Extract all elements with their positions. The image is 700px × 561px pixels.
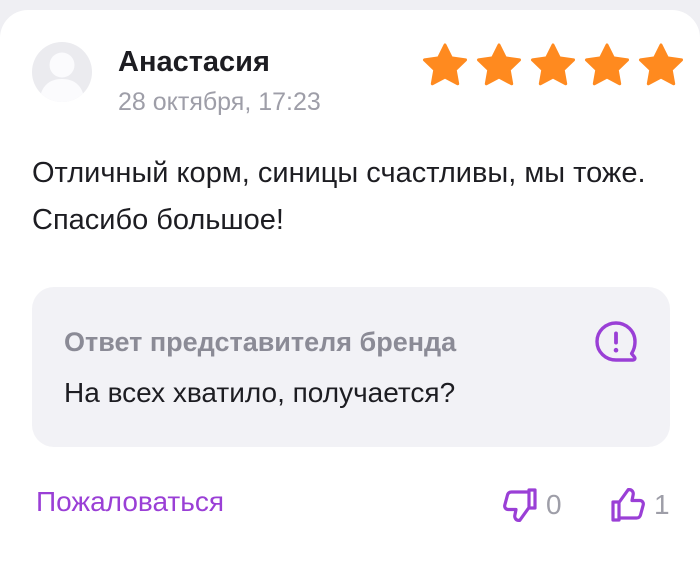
star-icon <box>639 43 683 86</box>
dislike-button[interactable]: 0 <box>500 483 562 527</box>
star-icon <box>423 43 467 86</box>
dislike-count: 0 <box>546 489 562 520</box>
avatar <box>32 42 92 102</box>
thumbs-down-icon <box>503 488 537 522</box>
star-icon <box>477 43 521 86</box>
report-button[interactable]: Пожаловаться <box>36 486 224 518</box>
star-icon <box>585 43 629 86</box>
review-text: Отличный корм, синицы счастливы, мы тоже… <box>32 157 646 236</box>
star-icon <box>531 43 575 86</box>
exclamation-bubble-icon[interactable] <box>593 319 639 365</box>
star-rating <box>422 42 684 88</box>
author-name: Анастасия <box>118 46 270 78</box>
like-button[interactable]: 1 <box>608 483 670 527</box>
review-date: 28 октября, 17:23 <box>118 88 321 116</box>
like-count: 1 <box>654 489 670 520</box>
brand-reply-text: На всех хватило, получается? <box>64 377 456 408</box>
brand-reply: Ответ представителя бренда На всех хвати… <box>32 287 670 447</box>
thumbs-up-icon <box>611 488 645 522</box>
review-card: Анастасия 28 октября, 17:23 Отличный кор… <box>0 10 700 561</box>
user-silhouette-icon <box>39 52 85 102</box>
brand-reply-title: Ответ представителя бренда <box>64 327 457 357</box>
